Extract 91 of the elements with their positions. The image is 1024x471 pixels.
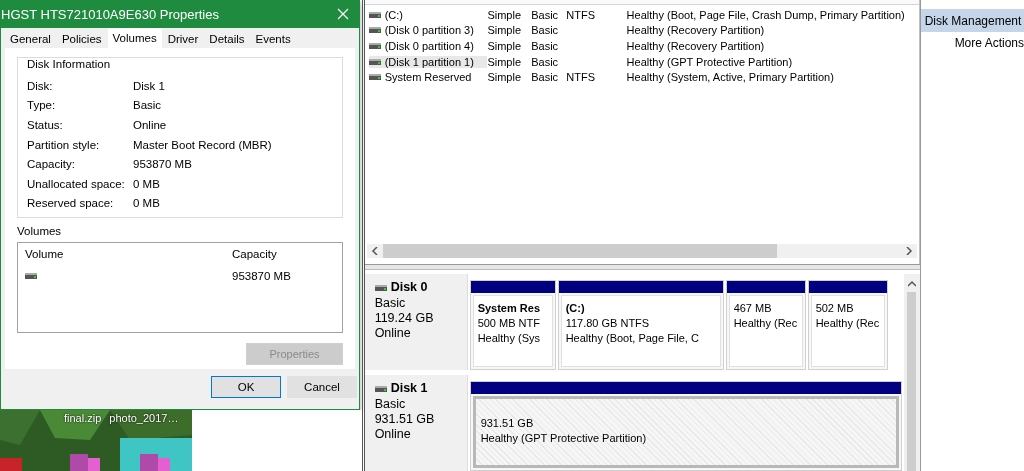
table-cell-text: Basic <box>531 24 560 37</box>
scroll-up-icon[interactable] <box>907 280 916 288</box>
field-value: Basic <box>133 99 162 112</box>
drive-icon <box>368 11 381 18</box>
table-cell-text: NTFS <box>566 8 596 21</box>
field-value: 0 MB <box>133 177 160 190</box>
table-cell-text: Healthy (Recovery Partition) <box>626 24 766 37</box>
table-cell-text: Simple <box>487 55 523 68</box>
partition-status: Healthy (Boot, Page File, C <box>565 331 699 346</box>
field-value: 953870 MB <box>133 158 192 171</box>
drive-icon <box>25 273 37 279</box>
partition-size: 500 MB NTF <box>477 316 540 331</box>
field-label: Partition style: <box>27 138 101 151</box>
partition-status: Healthy (Sys <box>477 331 540 346</box>
window-title: HGST HTS721010A9E630 Properties <box>1 6 219 22</box>
drive-icon <box>368 27 381 34</box>
tab[interactable]: Driver <box>162 31 204 48</box>
partition-size: 117.80 GB NTFS <box>565 316 650 331</box>
drive-icon <box>368 74 381 81</box>
field-label: Unallocated space: <box>27 177 126 190</box>
tab[interactable]: Details <box>204 31 250 48</box>
disk-type: Basic <box>374 397 407 412</box>
volume-name-cell[interactable]: (Disk 1 partition 1) <box>368 55 488 68</box>
partition-block[interactable]: 467 MB Healthy (Rec <box>725 280 806 370</box>
partition-block[interactable]: 931.51 GB Healthy (GPT Protective Partition) <box>469 381 902 471</box>
volume-name-cell[interactable]: (C:) <box>368 8 488 21</box>
table-cell-text: Simple <box>487 24 523 37</box>
volume-name-cell[interactable]: (Disk 0 partition 3) <box>368 24 488 37</box>
field-value: Online <box>133 119 167 131</box>
field-label: Status: <box>27 119 64 131</box>
horizontal-scrollbar[interactable] <box>366 244 917 258</box>
volume-name-cell[interactable]: System Reserved <box>368 71 488 84</box>
column-header[interactable]: Capacity <box>232 246 342 266</box>
partition-status: Healthy (Rec <box>815 316 880 331</box>
drive-icon <box>374 284 387 291</box>
field-value: 0 MB <box>133 197 160 210</box>
tab[interactable]: General <box>5 31 56 48</box>
disk-size: 119.24 GB <box>374 311 435 326</box>
drive-icon <box>368 58 381 65</box>
table-cell-text: Healthy (Recovery Partition) <box>626 40 766 52</box>
column-header[interactable]: Volume <box>25 246 232 266</box>
scroll-right-icon[interactable] <box>904 247 913 255</box>
close-button[interactable] <box>335 6 351 22</box>
field-value: Master Boot Record (MBR) <box>133 138 272 151</box>
capacity-cell-text: 953870 MB <box>232 269 292 284</box>
partition-name: System Res <box>477 301 540 316</box>
table-cell-text: Simple <box>487 40 523 52</box>
drive-icon <box>368 43 381 49</box>
partition-block[interactable]: System Res 500 MB NTF Healthy (Sys <box>469 280 556 370</box>
disk-name: Disk 0 <box>374 280 467 295</box>
partition-size: 467 MB <box>733 301 772 316</box>
disk-name: Disk 1 <box>374 381 467 396</box>
partition-block[interactable]: 502 MB Healthy (Rec <box>807 280 888 370</box>
tab[interactable]: Policies <box>56 31 107 48</box>
ok-button[interactable]: OK <box>211 376 281 398</box>
field-value: Disk 1 <box>133 79 165 92</box>
table-cell-text: Simple <box>487 71 523 84</box>
tab[interactable]: Volumes <box>107 28 162 48</box>
table-cell-text: Healthy (Boot, Page File, Crash Dump, Primary Partition) <box>626 8 906 21</box>
field-label: Disk: <box>27 79 54 92</box>
partition-block[interactable]: (C:) 117.80 GB NTFS Healthy (Boot, Page File, C <box>557 280 724 370</box>
action-item[interactable]: More Actions <box>920 32 1024 54</box>
disk-type: Basic <box>374 296 407 311</box>
field-label: Capacity: <box>27 158 76 171</box>
section-label: Volumes <box>17 225 63 237</box>
tab[interactable]: Events <box>250 31 296 48</box>
cancel-button[interactable]: Cancel <box>287 376 357 398</box>
table-cell-text: Basic <box>531 40 560 52</box>
action-item[interactable]: Disk Management <box>920 9 1024 32</box>
disk-size: 931.51 GB <box>374 412 436 427</box>
partition-size: 502 MB <box>815 301 854 316</box>
group-title: Disk Information <box>27 58 112 70</box>
table-cell-text: Healthy (System, Active, Primary Partition) <box>626 71 835 84</box>
vertical-scrollbar[interactable] <box>903 274 920 471</box>
scroll-left-icon[interactable] <box>370 247 379 255</box>
field-label: Type: <box>27 99 57 112</box>
drive-icon <box>374 385 387 392</box>
partition-status: Healthy (GPT Protective Partition) <box>480 431 647 446</box>
partition-name: (C:) <box>565 301 585 316</box>
partition-size: 931.51 GB <box>480 416 534 431</box>
table-cell-text: Basic <box>531 71 560 84</box>
volume-name-cell[interactable]: (Disk 0 partition 4) <box>368 40 488 52</box>
field-label: Reserved space: <box>27 197 115 210</box>
table-cell-text: Simple <box>487 8 523 21</box>
table-cell-text: Basic <box>531 8 560 21</box>
disk-status: Online <box>374 326 412 341</box>
table-cell-text: Healthy (GPT Protective Partition) <box>626 55 794 68</box>
disk-status: Online <box>374 427 412 442</box>
table-cell-text: Basic <box>531 55 560 68</box>
table-cell-text: NTFS <box>566 71 596 84</box>
partition-status: Healthy (Rec <box>733 316 798 331</box>
